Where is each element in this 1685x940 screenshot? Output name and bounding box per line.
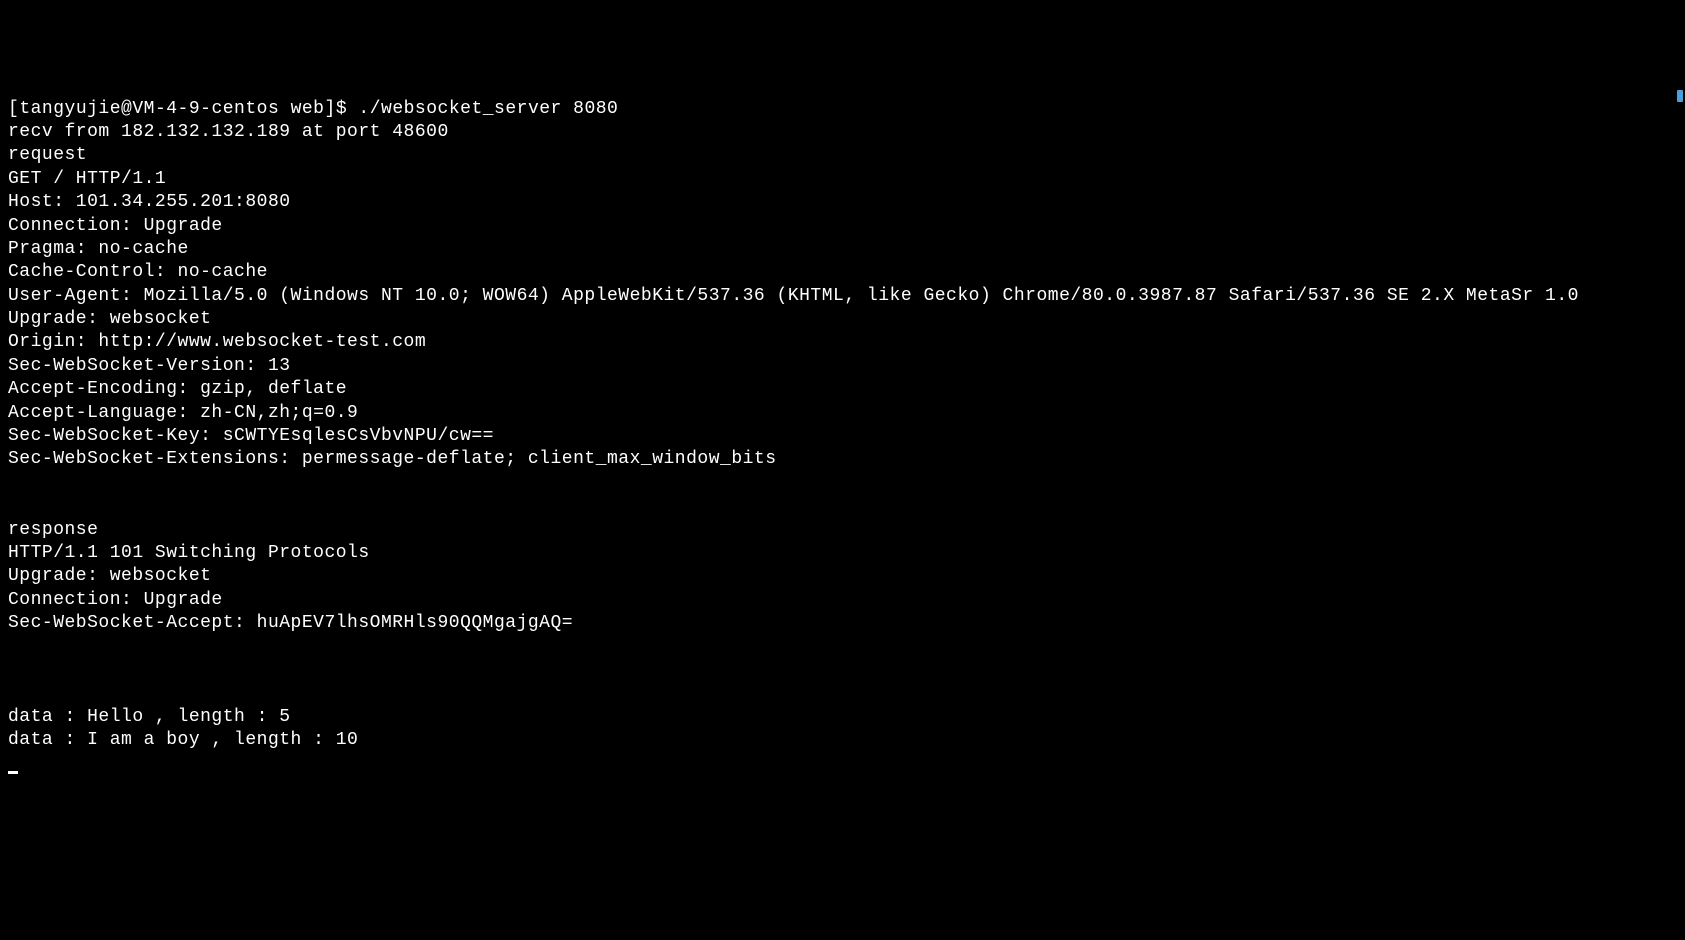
command-input: ./websocket_server 8080	[358, 99, 618, 119]
prompt-at: @	[121, 99, 132, 119]
prompt-close-bracket: ]	[325, 99, 336, 119]
prompt-open-bracket: [	[8, 99, 19, 119]
prompt-symbol: $	[336, 99, 359, 119]
terminal-window[interactable]: [tangyujie@VM-4-9-centos web]$ ./websock…	[8, 98, 1677, 776]
prompt-host: VM-4-9-centos	[132, 99, 279, 119]
scrollbar-thumb[interactable]	[1677, 90, 1683, 102]
terminal-output: recv from 182.132.132.189 at port 48600 …	[8, 121, 1677, 753]
prompt-user: tangyujie	[19, 99, 121, 119]
terminal-cursor	[8, 771, 18, 774]
prompt-dir: web	[279, 99, 324, 119]
